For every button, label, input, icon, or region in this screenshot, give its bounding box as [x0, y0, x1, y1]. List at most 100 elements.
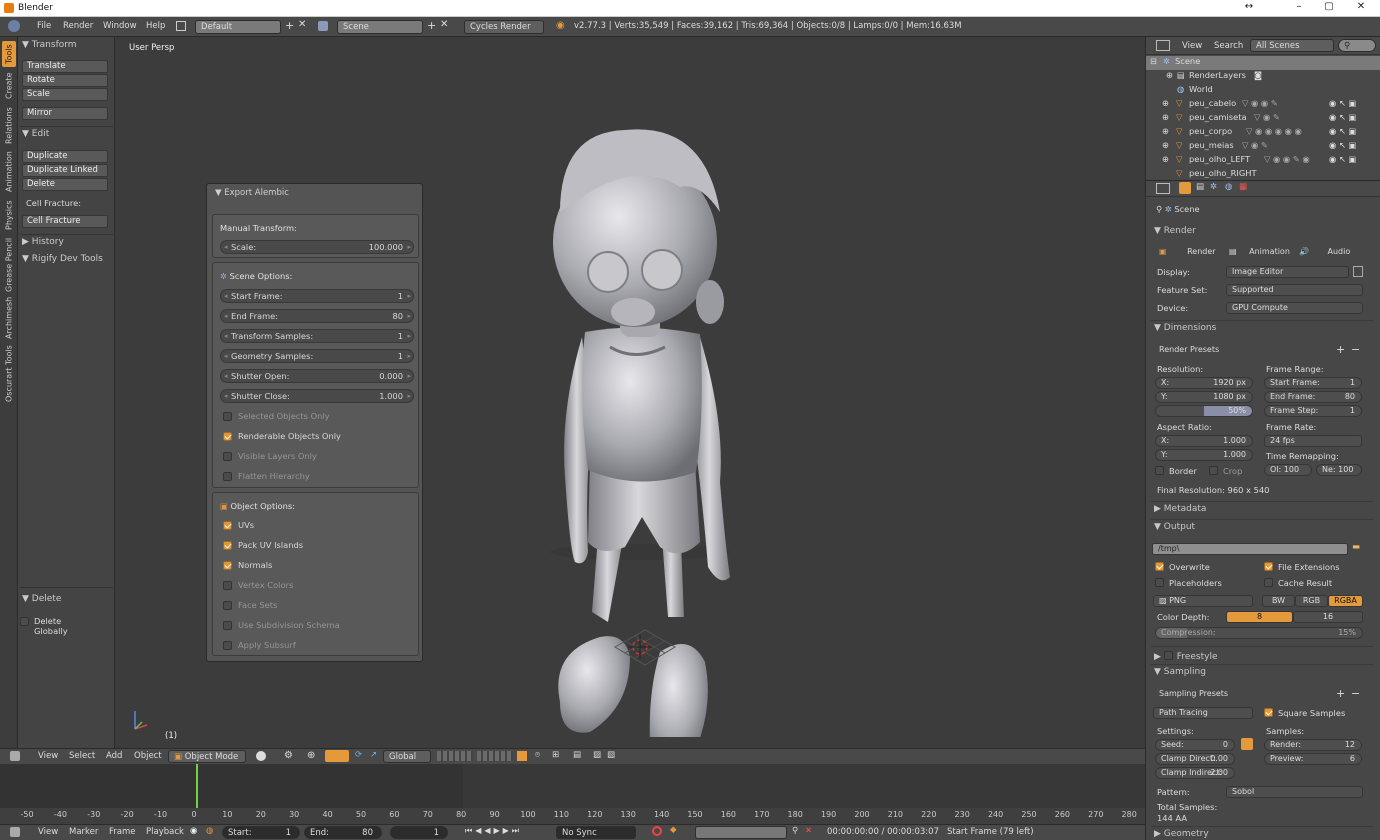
3d-viewport[interactable]: User Persp (1) ▼ Export Alembic Manual T… [115, 37, 1145, 748]
menu-playback[interactable]: Playback [146, 827, 184, 837]
frame-rate-select[interactable]: 24 fps [1264, 435, 1362, 447]
tab-oscurart[interactable]: Oscurart Tools [2, 343, 16, 405]
rigify-panel-header[interactable]: ▼ Rigify Dev Tools [22, 254, 103, 264]
freestyle-panel-header[interactable]: ▶ Freestyle [1154, 650, 1217, 662]
time-remap-old-field[interactable]: Ol: 100 [1264, 464, 1312, 476]
scene-field[interactable]: Scene [337, 20, 423, 34]
outliner-row-object[interactable]: ⊕ ▽ peu_meias ▽ ◉ ✎ ◉ ↖ ▣ [1146, 140, 1380, 154]
aspect-x-field[interactable]: X: 1.000 [1155, 435, 1253, 447]
depth-8-button[interactable]: 8 [1226, 611, 1293, 623]
depth-16-button[interactable]: 16 [1293, 611, 1363, 623]
orientation-select[interactable]: Global [383, 750, 431, 763]
cell-fracture-button[interactable]: Cell Fracture [22, 215, 108, 228]
render-preview-icon[interactable]: ▤ [573, 750, 581, 760]
transform-samples-field[interactable]: ◂ Transform Samples: 1 ▸ [220, 329, 414, 343]
outliner-row-object[interactable]: ⊕ ▽ peu_olho_LEFT ▽ ◉ ◉ ✎ ◉ ◉ ↖ ▣ [1146, 154, 1380, 168]
render-context-icon[interactable] [1179, 182, 1191, 194]
geometry-panel-header[interactable]: ▶ Geometry [1154, 829, 1209, 839]
flatten-hierarchy-checkbox[interactable] [223, 472, 232, 481]
outliner-row-object[interactable]: ⊕ ▽ peu_corpo ▽ ◉ ◉ ◉ ◉ ◉ ◉ ↖ ▣ [1146, 126, 1380, 140]
face-sets-checkbox[interactable] [223, 601, 232, 610]
use-preview-icon[interactable]: ◍ [206, 826, 213, 836]
close-button[interactable]: ✕ [1350, 1, 1372, 15]
rotate-button[interactable]: Rotate [22, 74, 108, 87]
shading-icon[interactable] [256, 751, 266, 761]
tab-tools[interactable]: Tools [2, 41, 16, 67]
preview-range-icon[interactable]: ◉ [190, 826, 197, 836]
menu-file[interactable]: File [37, 21, 51, 31]
time-remap-new-field[interactable]: Ne: 100 [1316, 464, 1362, 476]
render-samples-field[interactable]: Render: 12 [1264, 739, 1362, 751]
menu-view[interactable]: View [1182, 41, 1202, 51]
editor-type-icon[interactable] [10, 751, 20, 761]
mode-select[interactable]: ▣ Object Mode [168, 750, 246, 763]
editor-type-icon[interactable] [1156, 40, 1170, 51]
proportional-icon[interactable]: ⊞ [552, 750, 559, 760]
editor-type-icon[interactable] [10, 827, 20, 837]
apply-subsurf-checkbox[interactable] [223, 641, 232, 650]
outliner-row-world[interactable]: ◍ World [1146, 84, 1380, 98]
clamp-indirect-field[interactable]: Clamp Indirect: 2.00 [1155, 767, 1235, 779]
tab-relations[interactable]: Relations [2, 105, 16, 147]
render-presets-select[interactable]: Render Presets [1154, 345, 1334, 357]
color-bw-button[interactable]: BW [1262, 595, 1295, 607]
layers-grid-icon[interactable] [477, 751, 513, 761]
tab-archimesh[interactable]: Archimesh [2, 295, 16, 341]
render-engine-select[interactable]: Cycles Render [464, 20, 544, 34]
visible-layers-checkbox[interactable] [223, 452, 232, 461]
maximize-button[interactable]: ▢ [1318, 1, 1340, 15]
resolution-percentage-slider[interactable]: 50% [1155, 405, 1253, 417]
normals-checkbox[interactable] [223, 561, 232, 570]
resolution-x-field[interactable]: X: 1920 px [1155, 377, 1253, 389]
3d-cursor-icon[interactable] [610, 625, 680, 670]
world-context-icon[interactable]: ◍ [1225, 182, 1232, 192]
render-panel-header[interactable]: ▼ Render [1154, 226, 1196, 236]
transform-panel-header[interactable]: ▼ Transform [22, 40, 77, 50]
scene-context-icon[interactable]: ✲ [1210, 182, 1217, 192]
pattern-select[interactable]: Sobol [1226, 786, 1363, 798]
add-scene-icon[interactable]: + [427, 19, 436, 32]
folder-icon[interactable]: ▬ [1352, 542, 1360, 552]
outliner-row-object[interactable]: ▽ peu_olho_RIGHT [1146, 168, 1380, 178]
remove-layout-icon[interactable]: ✕ [298, 19, 306, 30]
outliner-row-renderlayers[interactable]: ⊕ ▤ RenderLayers ◙ [1146, 70, 1380, 84]
duplicate-button[interactable]: Duplicate [22, 150, 108, 163]
delete-globally-checkbox[interactable] [20, 617, 29, 626]
start-frame-field[interactable]: Start: 1 [222, 826, 300, 839]
add-preset-icon[interactable]: + [1336, 343, 1345, 356]
record-icon[interactable] [652, 826, 662, 836]
keying-icon[interactable]: ◆ [670, 825, 677, 835]
square-samples-checkbox[interactable] [1264, 708, 1273, 717]
sampling-panel-header[interactable]: ▼ Sampling [1154, 667, 1206, 677]
current-frame-field[interactable]: 1 [390, 826, 448, 839]
scale-button[interactable]: Scale [22, 88, 108, 101]
outliner-row-object[interactable]: ⊕ ▽ peu_camiseta ▽ ◉ ✎ ◉ ↖ ▣ [1146, 112, 1380, 126]
clamp-direct-field[interactable]: Clamp Direct: 0.00 [1155, 753, 1235, 765]
output-panel-header[interactable]: ▼ Output [1154, 522, 1195, 532]
border-checkbox[interactable] [1155, 466, 1164, 475]
layers-grid-icon[interactable] [437, 751, 473, 761]
minimize-button[interactable]: – [1288, 1, 1310, 15]
transform-manipulator-icon[interactable] [325, 750, 349, 762]
start-frame-field[interactable]: ◂ Start Frame: 1 ▸ [220, 289, 414, 303]
scale-field[interactable]: ◂ Scale: 100.000 ▸ [220, 240, 414, 254]
render-button[interactable]: ▣ Render [1154, 247, 1224, 259]
screen-layout-field[interactable]: Default [195, 20, 281, 34]
snapshot-icon[interactable]: ▧ [607, 750, 615, 760]
feature-set-select[interactable]: Supported [1226, 284, 1363, 296]
camera-icon[interactable]: ▨ [593, 750, 601, 760]
animation-button[interactable]: ▤ Animation [1224, 247, 1294, 259]
editor-type-icon[interactable] [1156, 183, 1170, 194]
rotate-manipulator-icon[interactable]: ⟳ [355, 750, 362, 760]
tab-create[interactable]: Create [2, 71, 16, 101]
display-select[interactable]: Image Editor [1226, 266, 1349, 278]
overwrite-checkbox[interactable] [1155, 562, 1164, 571]
animated-seed-icon[interactable] [1241, 738, 1253, 750]
menu-render[interactable]: Render [63, 21, 93, 31]
seed-field[interactable]: Seed: 0 [1155, 739, 1235, 751]
remove-preset-icon[interactable]: − [1351, 687, 1360, 700]
resize-icon[interactable]: ↔ [1238, 1, 1260, 15]
shutter-open-field[interactable]: ◂ Shutter Open: 0.000 ▸ [220, 369, 414, 383]
file-format-select[interactable]: ▨ PNG [1153, 595, 1253, 607]
object-context-icon[interactable]: ▦ [1239, 182, 1247, 192]
